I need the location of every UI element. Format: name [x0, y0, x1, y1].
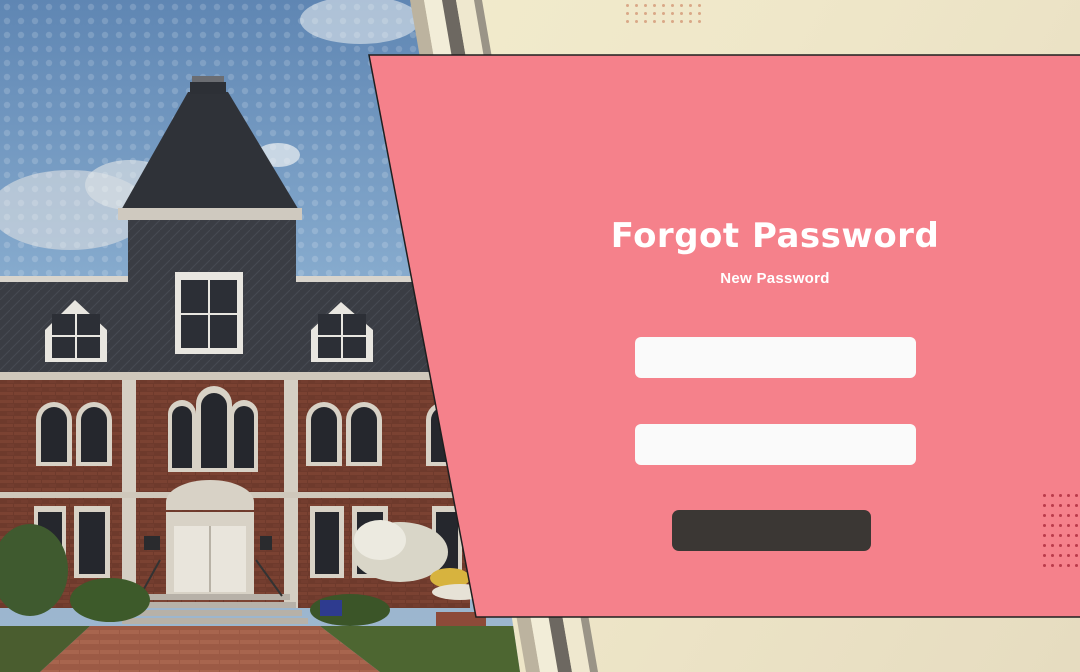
dot-pattern-top [626, 4, 701, 23]
page-title: Forgot Password [610, 216, 940, 256]
new-password-label: New Password [720, 270, 830, 287]
confirm-password-field[interactable] [635, 424, 916, 465]
dot-pattern-right [1043, 494, 1078, 567]
forgot-password-form: Forgot Password New Password [555, 200, 995, 580]
new-password-field[interactable] [635, 337, 916, 378]
submit-button[interactable] [672, 510, 871, 551]
campus-building-photo [0, 0, 520, 672]
forgot-password-page: Forgot Password New Password [0, 0, 1080, 672]
